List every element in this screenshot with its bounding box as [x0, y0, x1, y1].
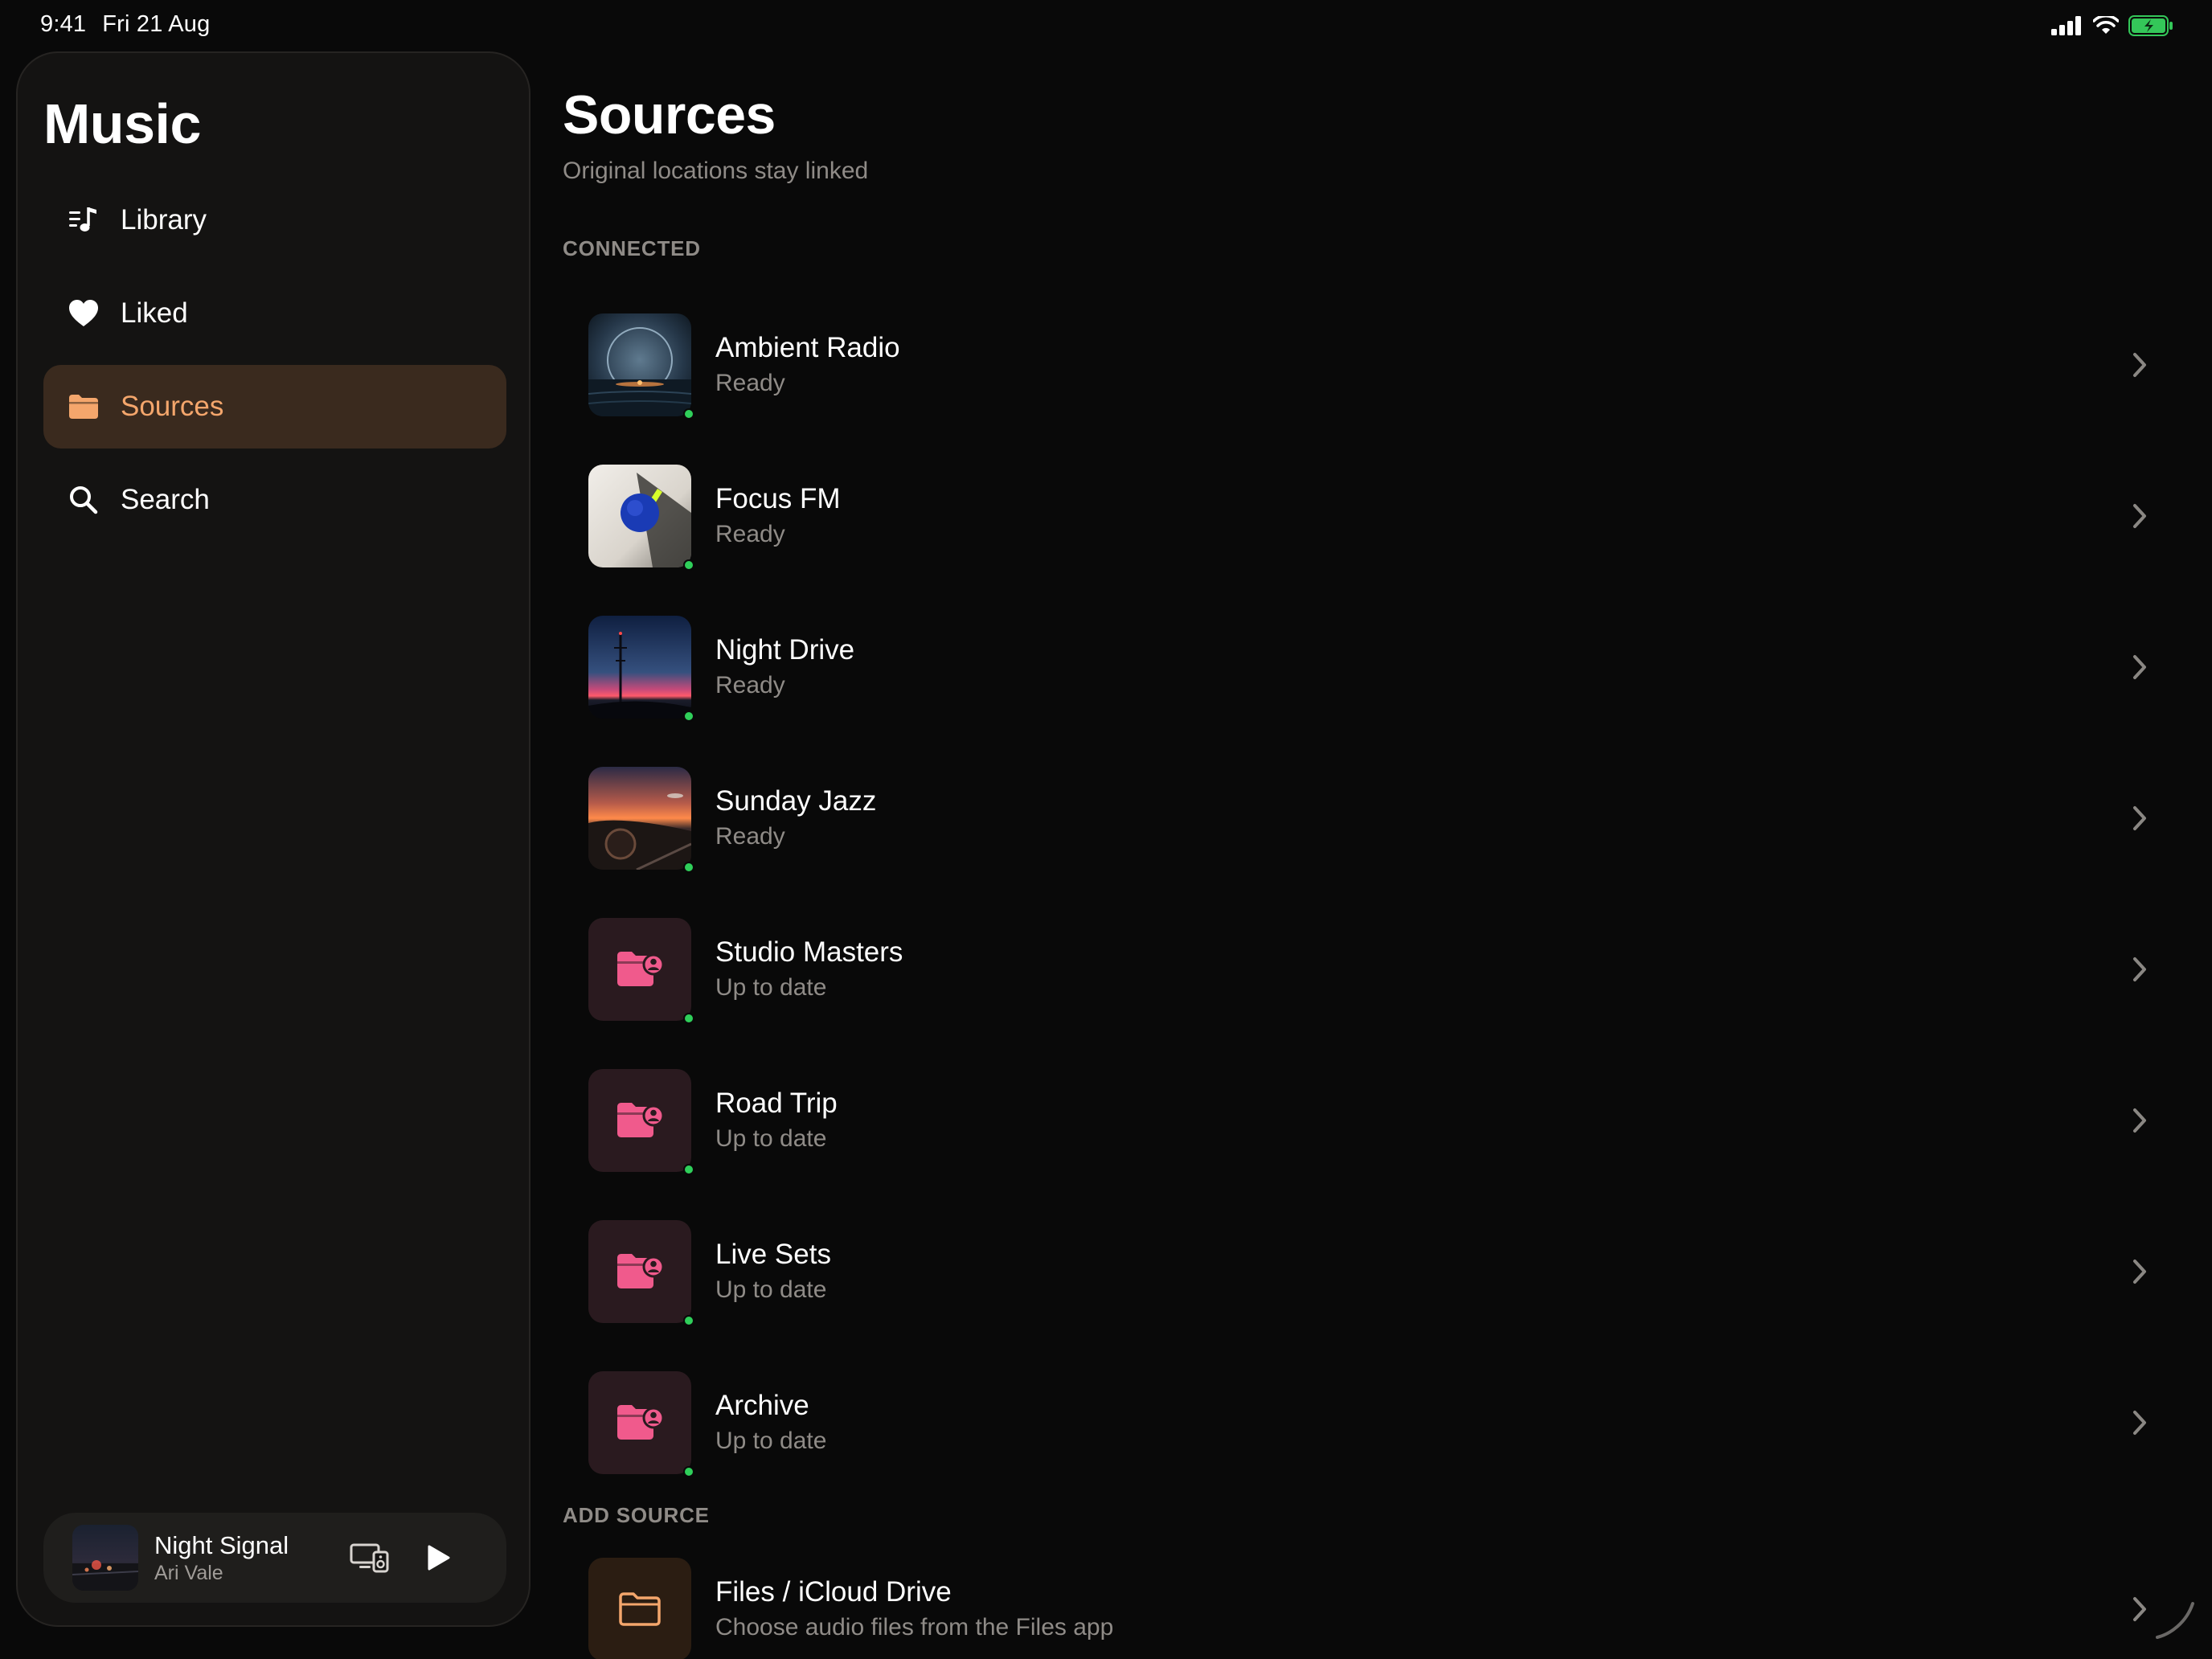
- add-source-list: Files / iCloud Drive Choose audio files …: [588, 1534, 2156, 1659]
- source-status: Ready: [715, 521, 785, 547]
- source-status: Up to date: [715, 1276, 827, 1303]
- list-item[interactable]: Sunday Jazz Ready: [588, 743, 2156, 894]
- source-artwork: [588, 313, 694, 420]
- sidebar-item-label: Sources: [121, 391, 224, 422]
- chevron-right-icon: [2124, 1593, 2156, 1625]
- source-status: Ready: [715, 370, 785, 396]
- source-status: Ready: [715, 823, 785, 850]
- airplay-devices-icon: [350, 1543, 389, 1573]
- status-bar-clock: 9:41 Fri 21 Aug: [40, 11, 210, 38]
- sidebar-item-sources[interactable]: Sources: [43, 365, 506, 449]
- chevron-right-icon: [2124, 349, 2156, 381]
- add-source-subtitle: Choose audio files from the Files app: [715, 1614, 1114, 1641]
- airplay-devices-button[interactable]: [341, 1529, 399, 1587]
- main-content: Sources Original locations stay linked C…: [563, 0, 2212, 1659]
- source-title: Night Drive: [715, 634, 855, 666]
- play-icon: [428, 1545, 450, 1571]
- connected-sources-list: Ambient Radio Ready Focus FM Ready Night…: [588, 289, 2156, 1498]
- sidebar-item-label: Search: [121, 484, 210, 515]
- source-artwork: [588, 465, 694, 571]
- connected-status-dot: [683, 862, 694, 873]
- source-artwork: [588, 1220, 694, 1326]
- source-status: Ready: [715, 672, 785, 698]
- list-item[interactable]: Night Drive Ready: [588, 592, 2156, 743]
- list-item[interactable]: Files / iCloud Drive Choose audio files …: [588, 1534, 2156, 1659]
- now-playing-artwork: [72, 1525, 138, 1591]
- sidebar-item-label: Liked: [121, 297, 188, 329]
- source-title: Studio Masters: [715, 936, 903, 968]
- folder-outline-icon: [588, 1558, 691, 1659]
- list-item[interactable]: Archive Up to date: [588, 1347, 2156, 1498]
- source-title: Road Trip: [715, 1088, 838, 1119]
- sidebar-nav: Library Liked Sources Search: [43, 178, 506, 551]
- music-list-icon: [66, 203, 101, 238]
- connected-status-dot: [683, 1013, 694, 1024]
- app-root: 9:41 Fri 21 Aug Music Library Liked Sour…: [0, 0, 2212, 1659]
- now-playing-bar[interactable]: Night Signal Ari Vale: [43, 1513, 506, 1603]
- source-artwork: [588, 616, 694, 722]
- chevron-right-icon: [2124, 651, 2156, 683]
- list-item[interactable]: Ambient Radio Ready: [588, 289, 2156, 440]
- connected-status-dot: [683, 1315, 694, 1326]
- connected-status-dot: [683, 711, 694, 722]
- connected-status-dot: [683, 559, 694, 571]
- list-item[interactable]: Studio Masters Up to date: [588, 894, 2156, 1045]
- chevron-right-icon: [2124, 500, 2156, 532]
- home-indicator-icon: [2154, 1599, 2196, 1645]
- source-status: Up to date: [715, 974, 827, 1001]
- source-title: Ambient Radio: [715, 332, 900, 363]
- source-title: Sunday Jazz: [715, 785, 877, 817]
- connected-status-dot: [683, 1164, 694, 1175]
- source-title: Focus FM: [715, 483, 841, 514]
- page-subtitle: Original locations stay linked: [563, 158, 869, 184]
- source-title: Archive: [715, 1390, 809, 1421]
- folder-icon: [66, 389, 101, 424]
- status-date: Fri 21 Aug: [102, 11, 211, 37]
- source-status: Up to date: [715, 1428, 827, 1454]
- section-header-connected: CONNECTED: [563, 236, 701, 260]
- source-artwork: [588, 918, 694, 1024]
- sidebar-item-library[interactable]: Library: [43, 178, 506, 262]
- list-item[interactable]: Focus FM Ready: [588, 440, 2156, 592]
- list-item[interactable]: Live Sets Up to date: [588, 1196, 2156, 1347]
- source-status: Up to date: [715, 1125, 827, 1152]
- connected-status-dot: [683, 408, 694, 420]
- now-playing-title: Night Signal: [154, 1531, 289, 1559]
- search-icon: [66, 482, 101, 518]
- connected-status-dot: [683, 1466, 694, 1477]
- section-header-add-source: ADD SOURCE: [563, 1503, 710, 1527]
- chevron-right-icon: [2124, 802, 2156, 834]
- page-title: Sources: [563, 84, 776, 145]
- now-playing-meta: Night Signal Ari Vale: [154, 1530, 341, 1585]
- sidebar-item-label: Library: [121, 204, 207, 236]
- shared-folder-icon: [617, 952, 664, 986]
- shared-folder-icon: [617, 1405, 664, 1440]
- heart-icon: [66, 296, 101, 331]
- now-playing-artist: Ari Vale: [154, 1562, 223, 1584]
- sidebar-item-liked[interactable]: Liked: [43, 272, 506, 355]
- chevron-right-icon: [2124, 1256, 2156, 1288]
- shared-folder-icon: [617, 1254, 664, 1288]
- sidebar-item-search[interactable]: Search: [43, 458, 506, 542]
- chevron-right-icon: [2124, 1407, 2156, 1439]
- shared-folder-icon: [617, 1103, 664, 1137]
- play-button[interactable]: [410, 1529, 468, 1587]
- source-artwork: [588, 1069, 694, 1175]
- list-item[interactable]: Road Trip Up to date: [588, 1045, 2156, 1196]
- add-source-title: Files / iCloud Drive: [715, 1576, 952, 1608]
- status-time: 9:41: [40, 11, 87, 37]
- source-artwork: [588, 1371, 694, 1477]
- chevron-right-icon: [2124, 1104, 2156, 1137]
- chevron-right-icon: [2124, 953, 2156, 985]
- source-title: Live Sets: [715, 1239, 831, 1270]
- sidebar: Music Library Liked Sources Search Night…: [16, 51, 530, 1627]
- app-title: Music: [43, 92, 201, 155]
- source-artwork: [588, 767, 694, 873]
